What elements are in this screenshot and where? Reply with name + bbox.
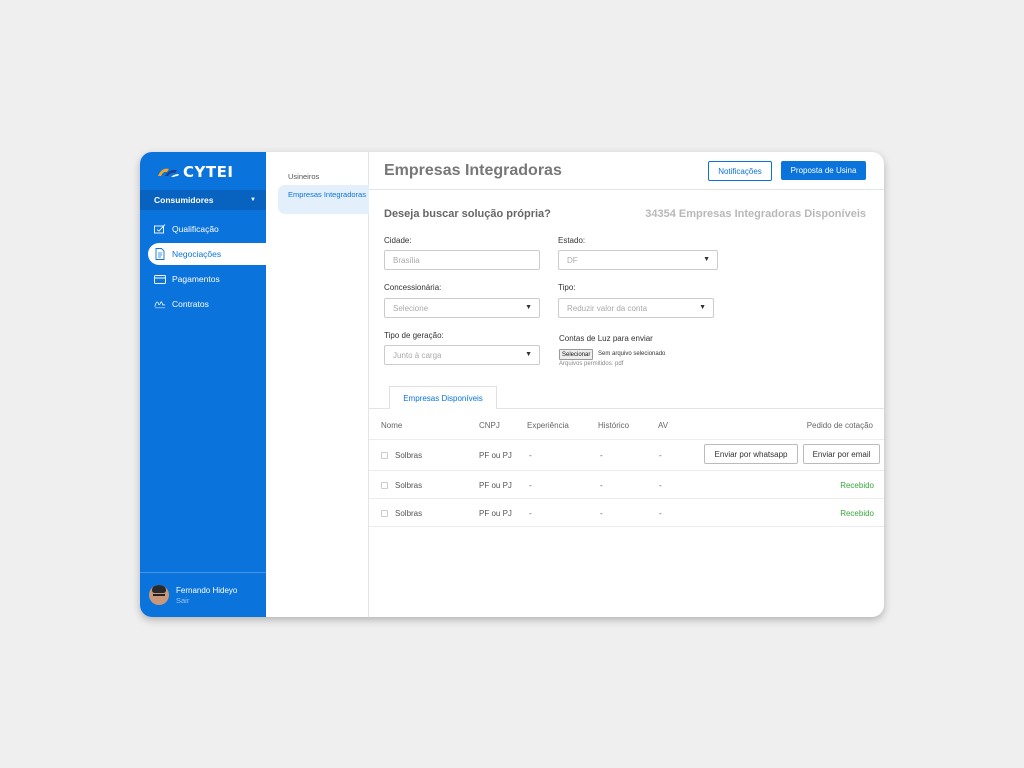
company-history: - bbox=[600, 509, 603, 518]
city-placeholder: Brasília bbox=[393, 255, 420, 265]
company-name: Solbras bbox=[395, 509, 423, 518]
available-count: 34354 Empresas Integradoras Disponíveis bbox=[645, 208, 866, 220]
type-label: Tipo: bbox=[558, 283, 576, 292]
type-value: Reduzir valor da conta bbox=[567, 303, 648, 313]
utility-label: Concessionária: bbox=[384, 283, 442, 292]
file-status: Sem arquivo selecionado bbox=[598, 351, 666, 357]
column-header-quote: Pedido de cotação bbox=[806, 421, 873, 430]
page-title: Empresas Integradoras bbox=[384, 162, 562, 179]
row-checkbox[interactable] bbox=[381, 482, 388, 489]
proposal-button[interactable]: Proposta de Usina bbox=[781, 161, 866, 180]
sidebar-item-contratos[interactable]: Contratos bbox=[140, 293, 266, 315]
main-content: Empresas Integradoras Notificações Propo… bbox=[369, 152, 884, 617]
section-consumidores[interactable]: Consumidores ▼ bbox=[140, 190, 266, 210]
dropdown-arrow-icon: ▼ bbox=[703, 256, 710, 263]
company-cnpj: PF ou PJ bbox=[479, 481, 512, 490]
utility-value: Selecione bbox=[393, 303, 429, 313]
state-value: DF bbox=[567, 255, 578, 265]
app-window: CYTEI Consumidores ▼ Qualificação Negoci… bbox=[140, 152, 884, 617]
company-av: - bbox=[659, 451, 662, 460]
caret-down-icon: ▼ bbox=[250, 197, 256, 203]
status-received: Recebido bbox=[840, 481, 874, 490]
file-select-button[interactable]: Selecionar bbox=[559, 349, 594, 360]
column-header-cnpj: CNPJ bbox=[479, 421, 500, 430]
user-name: Fernando Hideyo bbox=[176, 585, 238, 595]
checklist-icon bbox=[154, 223, 166, 235]
sidebar-item-label: Contratos bbox=[172, 299, 209, 309]
table-row: Solbras PF ou PJ - - - Recebido bbox=[369, 471, 884, 499]
company-experience: - bbox=[529, 509, 532, 518]
company-av: - bbox=[659, 481, 662, 490]
document-icon bbox=[154, 248, 166, 260]
sidebar: CYTEI Consumidores ▼ Qualificação Negoci… bbox=[140, 152, 266, 617]
subnav-item-empresas-integradoras[interactable]: Empresas Integradoras bbox=[278, 185, 369, 214]
search-question: Deseja buscar solução própria? bbox=[384, 208, 551, 220]
subnav-item-usineiros[interactable]: Usineiros bbox=[288, 172, 379, 181]
sidebar-item-qualificacao[interactable]: Qualificação bbox=[140, 218, 266, 240]
column-header-history: Histórico bbox=[598, 421, 630, 430]
dropdown-arrow-icon: ▼ bbox=[525, 351, 532, 358]
page-header: Empresas Integradoras Notificações Propo… bbox=[369, 152, 884, 190]
generation-label: Tipo de geração: bbox=[384, 331, 444, 340]
row-checkbox[interactable] bbox=[381, 452, 388, 459]
column-header-name: Nome bbox=[381, 421, 403, 430]
column-header-av: AV bbox=[658, 421, 669, 430]
utility-select[interactable]: Selecione ▼ bbox=[384, 298, 540, 318]
send-whatsapp-button[interactable]: Enviar por whatsapp bbox=[704, 444, 798, 464]
company-av: - bbox=[659, 509, 662, 518]
table-row: Solbras PF ou PJ - - - Enviar por whatsa… bbox=[369, 440, 884, 471]
sidebar-item-negociacoes[interactable]: Negociações bbox=[148, 243, 266, 265]
dropdown-arrow-icon: ▼ bbox=[525, 304, 532, 311]
table-row: Solbras PF ou PJ - - - Recebido bbox=[369, 499, 884, 527]
avatar bbox=[149, 585, 169, 605]
sidebar-nav: Qualificação Negociações Pagamentos Cont… bbox=[140, 218, 266, 318]
row-checkbox[interactable] bbox=[381, 510, 388, 517]
city-label: Cidade: bbox=[384, 236, 412, 245]
company-experience: - bbox=[529, 451, 532, 460]
file-hint: Arquivos permitidos: pdf bbox=[559, 361, 624, 367]
user-profile[interactable]: Fernando Hideyo Sair bbox=[140, 572, 266, 617]
company-name: Solbras bbox=[395, 481, 423, 490]
status-received: Recebido bbox=[840, 509, 874, 518]
subnav: Usineiros Empresas Integradoras bbox=[266, 152, 369, 617]
type-select[interactable]: Reduzir valor da conta ▼ bbox=[558, 298, 714, 318]
brand-logo: CYTEI bbox=[156, 162, 233, 182]
send-email-button[interactable]: Enviar por email bbox=[803, 444, 880, 464]
company-history: - bbox=[600, 481, 603, 490]
logo-icon bbox=[158, 168, 179, 177]
city-input[interactable]: Brasília bbox=[384, 250, 540, 270]
logout-link[interactable]: Sair bbox=[176, 596, 237, 605]
column-header-experience: Experiência bbox=[527, 421, 569, 430]
dropdown-arrow-icon: ▼ bbox=[699, 304, 706, 311]
brand-name: CYTEI bbox=[183, 163, 234, 181]
sidebar-item-label: Negociações bbox=[172, 249, 222, 259]
state-select[interactable]: DF ▼ bbox=[558, 250, 718, 270]
state-label: Estado: bbox=[558, 236, 586, 245]
company-experience: - bbox=[529, 481, 532, 490]
generation-select[interactable]: Junto à carga ▼ bbox=[384, 345, 540, 365]
card-icon bbox=[154, 273, 166, 285]
company-cnpj: PF ou PJ bbox=[479, 509, 512, 518]
signature-icon bbox=[154, 298, 166, 310]
sidebar-item-label: Qualificação bbox=[172, 224, 219, 234]
sidebar-item-pagamentos[interactable]: Pagamentos bbox=[140, 268, 266, 290]
generation-value: Junto à carga bbox=[393, 350, 442, 360]
company-cnpj: PF ou PJ bbox=[479, 451, 512, 460]
sidebar-item-label: Pagamentos bbox=[172, 274, 220, 284]
company-history: - bbox=[600, 451, 603, 460]
section-label: Consumidores bbox=[154, 195, 214, 205]
tab-empresas-disponiveis[interactable]: Empresas Disponíveis bbox=[389, 386, 497, 409]
notifications-button[interactable]: Notificações bbox=[708, 161, 772, 181]
company-name: Solbras bbox=[395, 451, 423, 460]
bills-label: Contas de Luz para enviar bbox=[559, 334, 653, 343]
